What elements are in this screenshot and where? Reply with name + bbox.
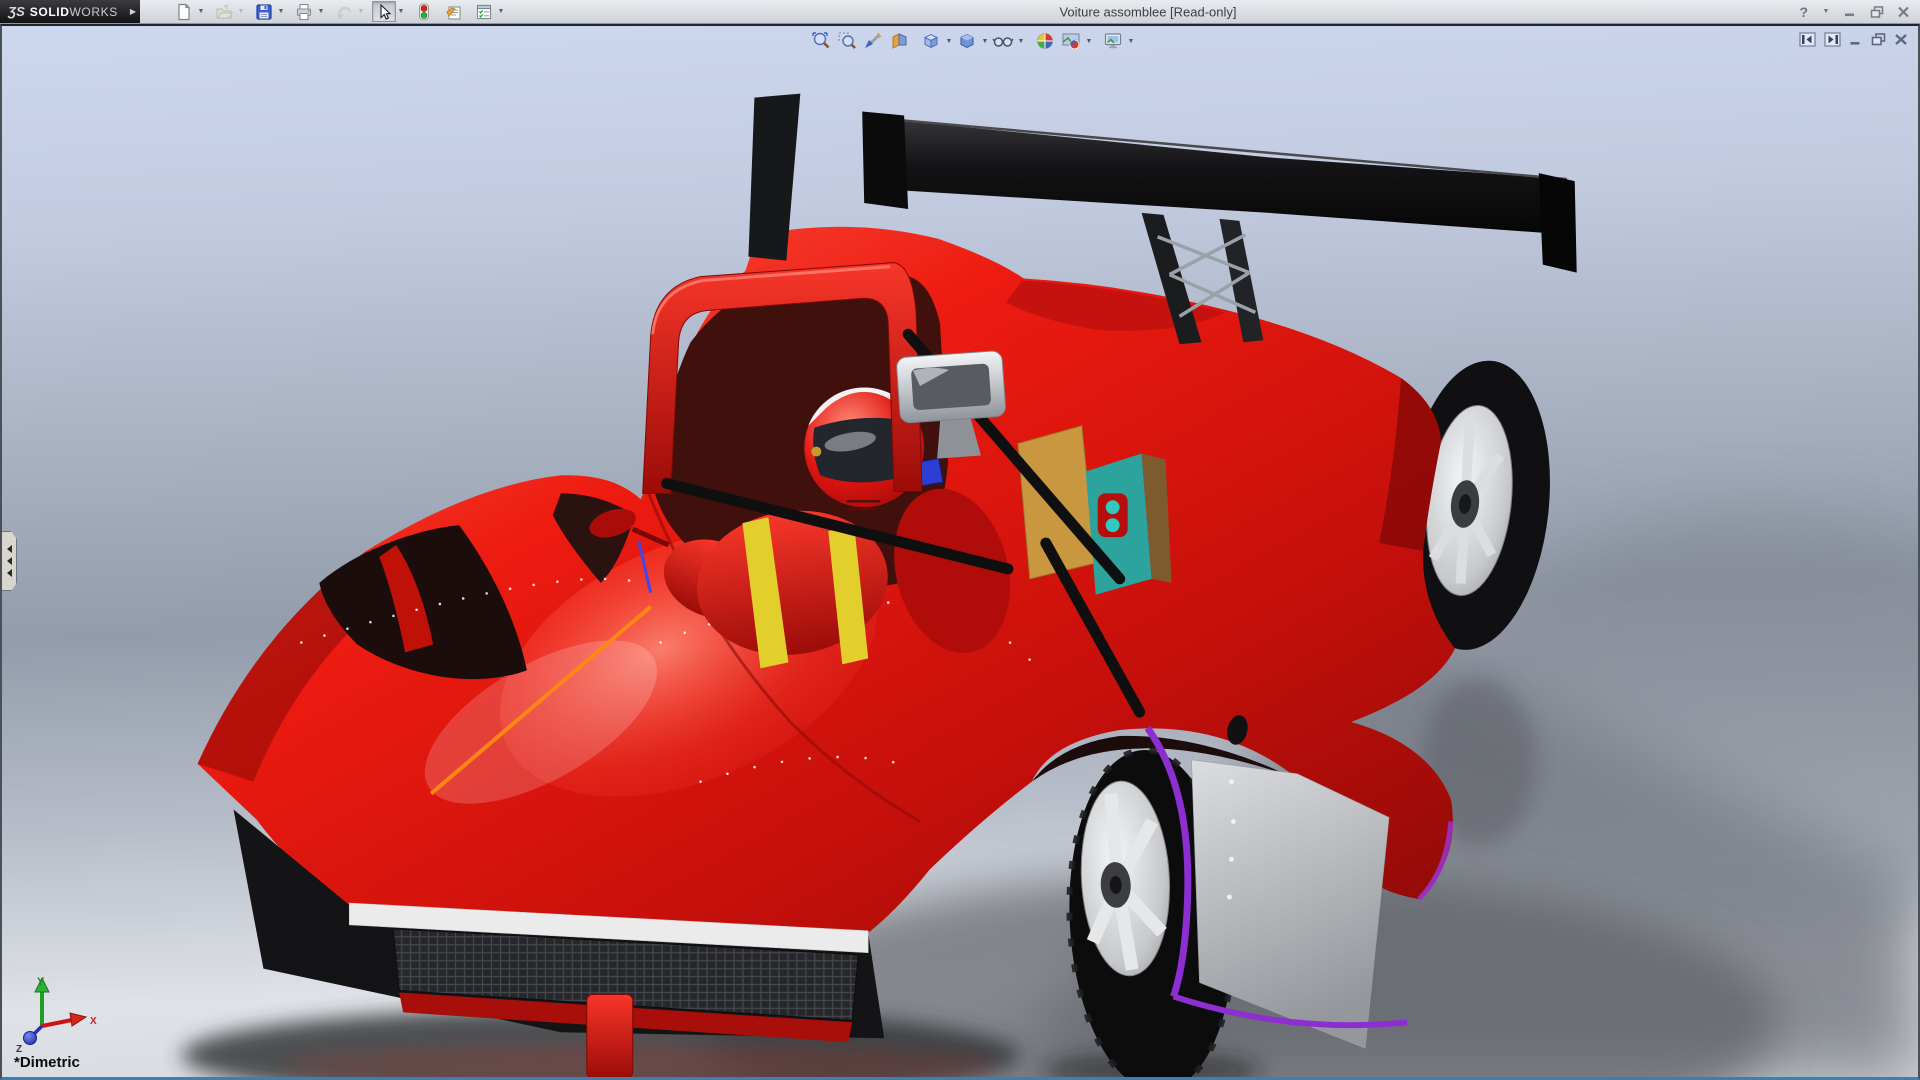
previous-view-button[interactable] — [860, 30, 886, 52]
collapse-arrow-icon — [7, 545, 12, 553]
main-toolbar: ▼ ▼ — [172, 0, 512, 23]
save-floppy-icon — [255, 3, 273, 21]
collapse-pane-left-button[interactable] — [1799, 32, 1816, 47]
feature-manager-collapsed-tab[interactable] — [2, 531, 17, 591]
undo-button[interactable] — [332, 1, 356, 22]
options-dropdown[interactable]: ▼ — [496, 8, 506, 15]
window-controls: ? ▼ — [1799, 0, 1910, 23]
center-pylon — [587, 994, 633, 1077]
edit-appearance-button[interactable] — [1032, 30, 1058, 52]
open-dropdown[interactable]: ▼ — [236, 8, 246, 15]
rebuild-button[interactable] — [412, 1, 436, 22]
file-properties-button[interactable] — [442, 1, 466, 22]
apply-scene-dropdown[interactable]: ▼ — [1084, 38, 1094, 45]
display-style-icon — [957, 31, 977, 51]
new-document-dropdown[interactable]: ▼ — [196, 8, 206, 15]
restore-document-icon — [1871, 33, 1886, 46]
minimize-document-icon — [1849, 34, 1863, 46]
close-icon — [1897, 6, 1910, 18]
open-button[interactable] — [212, 1, 236, 22]
race-car-model-view[interactable] — [2, 26, 1918, 1077]
view-settings-dropdown[interactable]: ▼ — [1126, 38, 1136, 45]
wing-endplate-left — [862, 112, 908, 209]
display-style-dropdown[interactable]: ▼ — [980, 38, 990, 45]
view-orientation-dropdown[interactable]: ▼ — [944, 38, 954, 45]
select-button[interactable] — [372, 1, 396, 22]
hide-show-items-button[interactable] — [990, 30, 1016, 52]
reference-triad: Y X Z — [6, 974, 102, 1058]
save-button[interactable] — [252, 1, 276, 22]
new-document-icon — [175, 3, 193, 21]
collapse-pane-right-button[interactable] — [1824, 32, 1841, 47]
traffic-light-icon — [415, 3, 433, 21]
help-button[interactable]: ? — [1799, 4, 1808, 20]
collapse-right-icon — [1824, 32, 1841, 47]
close-document-button[interactable] — [1894, 33, 1908, 46]
solidworks-window: ƷS SOLIDWORKS ▶ ▼ — [0, 0, 1920, 1080]
solidworks-wordmark: SOLIDWORKS — [30, 5, 118, 19]
collapse-left-icon — [1799, 32, 1816, 47]
apply-scene-icon — [1061, 31, 1081, 51]
file-properties-icon — [445, 3, 463, 21]
heads-up-view-toolbar: ▼ ▼ ▼ — [808, 30, 1136, 52]
save-dropdown[interactable]: ▼ — [276, 8, 286, 15]
document-window-controls — [1799, 32, 1908, 47]
previous-view-icon — [863, 31, 883, 51]
print-dropdown[interactable]: ▼ — [316, 8, 326, 15]
open-folder-icon — [215, 3, 233, 21]
minimize-button[interactable] — [1844, 6, 1857, 17]
new-document-button[interactable] — [172, 1, 196, 22]
select-dropdown[interactable]: ▼ — [396, 8, 406, 15]
view-settings-button[interactable] — [1100, 30, 1126, 52]
section-view-button[interactable] — [886, 30, 912, 52]
view-settings-icon — [1103, 31, 1123, 51]
view-orientation-icon — [921, 31, 941, 51]
wing-endplate-right — [1539, 173, 1577, 272]
window-title: Voiture assomblee [Read-only] — [1059, 4, 1236, 19]
hide-show-items-dropdown[interactable]: ▼ — [1016, 38, 1026, 45]
options-button[interactable] — [472, 1, 496, 22]
restore-button[interactable] — [1870, 6, 1884, 18]
zoom-to-fit-button[interactable] — [808, 30, 834, 52]
display-style-button[interactable] — [954, 30, 980, 52]
minimize-document-button[interactable] — [1849, 34, 1863, 46]
help-dropdown[interactable]: ▼ — [1821, 8, 1831, 15]
print-icon — [295, 3, 313, 21]
zoom-to-fit-icon — [811, 31, 831, 51]
graphics-area[interactable]: ▼ ▼ ▼ — [0, 24, 1920, 1080]
title-bar: ƷS SOLIDWORKS ▶ ▼ — [0, 0, 1920, 24]
view-orientation-button[interactable] — [918, 30, 944, 52]
menu-expand-arrow[interactable]: ▶ — [126, 0, 140, 23]
undo-dropdown[interactable]: ▼ — [356, 8, 366, 15]
collapse-arrow-icon — [7, 569, 12, 577]
appearance-ball-icon — [1035, 31, 1055, 51]
apply-scene-button[interactable] — [1058, 30, 1084, 52]
minimize-icon — [1844, 6, 1857, 17]
collapse-arrow-icon — [7, 557, 12, 565]
restore-icon — [1870, 6, 1884, 18]
restore-document-button[interactable] — [1871, 33, 1886, 46]
undo-icon — [335, 3, 353, 21]
view-orientation-label: *Dimetric — [14, 1054, 80, 1071]
triad-x-label: X — [90, 1016, 97, 1027]
select-cursor-icon — [375, 3, 393, 21]
options-icon — [475, 3, 493, 21]
dassault-3ds-icon: ƷS — [8, 4, 25, 19]
print-button[interactable] — [292, 1, 316, 22]
zoom-to-area-icon — [837, 31, 857, 51]
section-view-icon — [889, 31, 909, 51]
close-document-icon — [1894, 33, 1908, 46]
close-button[interactable] — [1897, 6, 1910, 18]
eyeglasses-icon — [992, 31, 1014, 51]
zoom-to-area-button[interactable] — [834, 30, 860, 52]
triad-y-label: Y — [37, 976, 45, 988]
solidworks-logo: ƷS SOLIDWORKS — [0, 0, 126, 23]
